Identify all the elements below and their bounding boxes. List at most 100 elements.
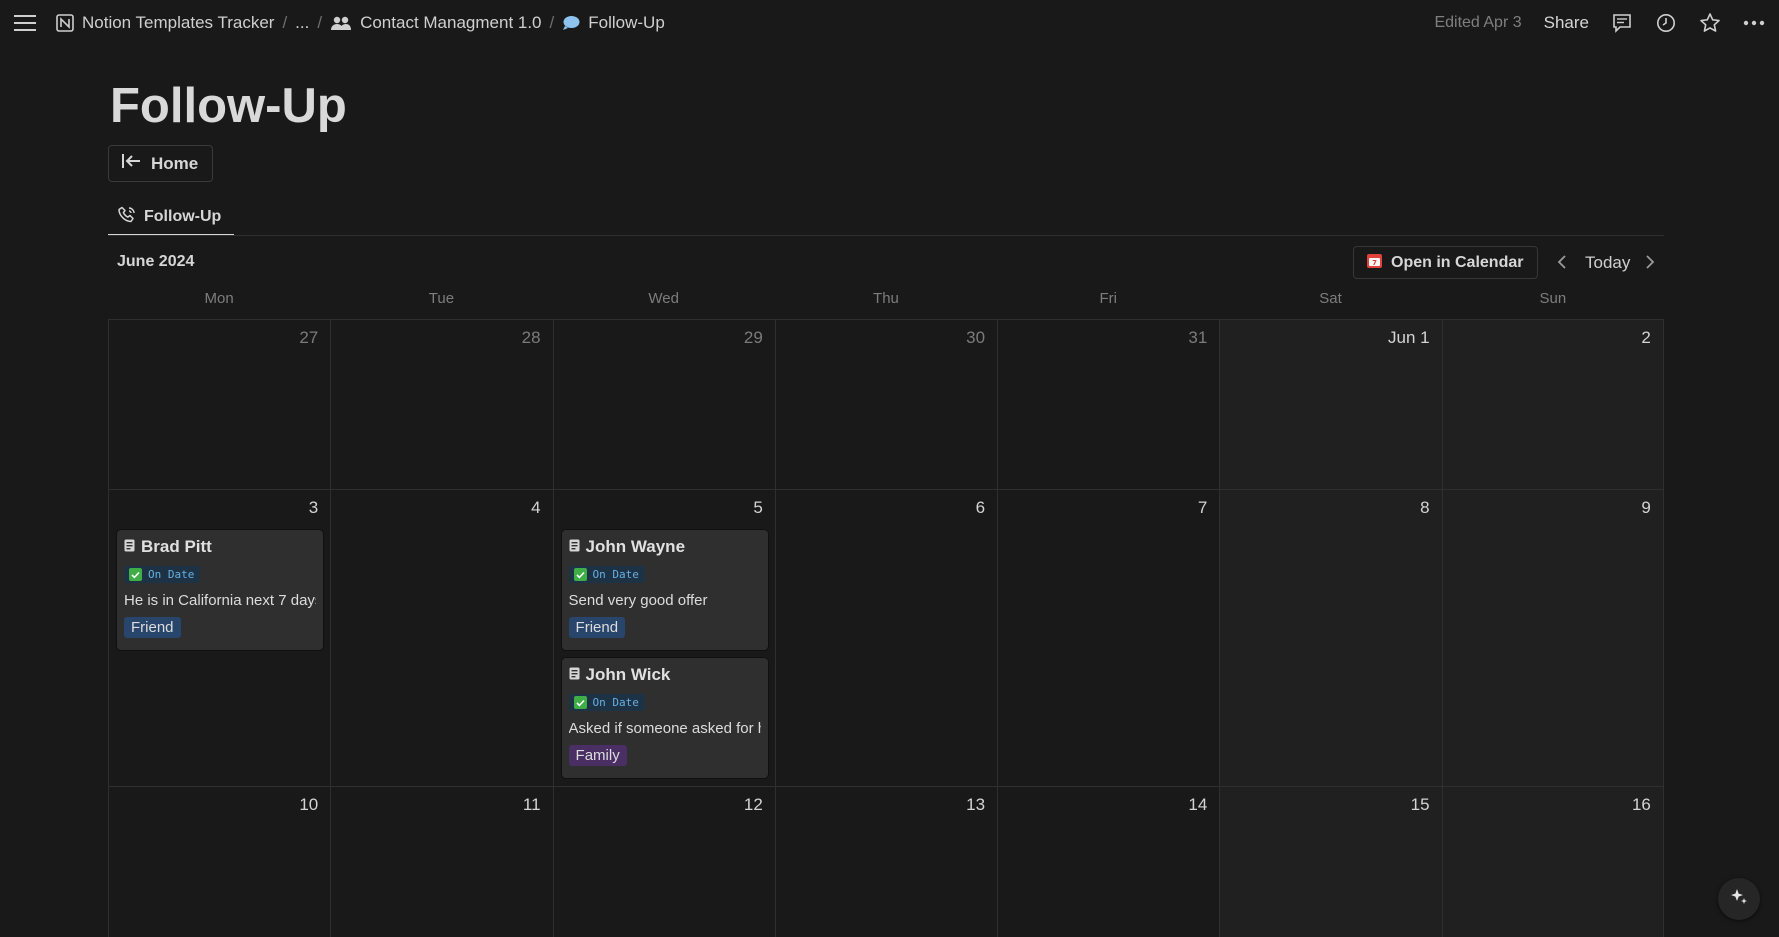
more-options-icon[interactable]: [1743, 12, 1765, 34]
day-number: 13: [966, 795, 986, 814]
svg-text:7: 7: [1372, 259, 1377, 267]
calendar-day-cell[interactable]: 6: [774, 490, 997, 786]
calendar-day-cell[interactable]: 5 John Wayne On Date Send very good offe…: [552, 490, 775, 786]
event-card[interactable]: John Wayne On Date Send very good offer …: [561, 530, 768, 650]
day-number: Jun 1: [1388, 328, 1430, 347]
day-number: 30: [966, 328, 986, 347]
calendar-day-cell[interactable]: 14: [997, 787, 1219, 937]
status-label: On Date: [592, 696, 639, 709]
calendar-day-cell[interactable]: 3 Brad Pitt On Date He is in California …: [108, 490, 330, 786]
weekday-label: Thu: [873, 290, 899, 307]
event-note: Asked if someone asked for hi: [568, 719, 761, 737]
relationship-tag: Family: [568, 744, 627, 766]
calendar-day-cell[interactable]: 29: [552, 320, 775, 489]
weekday-label: Sat: [1319, 290, 1342, 307]
calendar-day-cell[interactable]: 27: [108, 320, 330, 489]
tab-label: Follow-Up: [144, 208, 222, 225]
calendar-day-cell[interactable]: 9: [1441, 490, 1664, 786]
arrow-left-to-line-icon: [121, 153, 141, 174]
status-badge: On Date: [568, 694, 645, 711]
day-number: 7: [1197, 498, 1208, 517]
weekday-label: Mon: [204, 290, 234, 307]
breadcrumb-follow-up[interactable]: Follow-Up: [556, 9, 671, 37]
calendar-day-cell[interactable]: 10: [108, 787, 330, 937]
page-icon: [569, 537, 580, 557]
calendar-day-cell[interactable]: 8: [1219, 490, 1442, 786]
weekday-label: Sun: [1539, 290, 1567, 307]
ai-assistant-button[interactable]: [1718, 878, 1760, 920]
day-number: 11: [522, 795, 541, 814]
weekday-label: Wed: [648, 290, 679, 307]
breadcrumb-label: Notion Templates Tracker: [82, 12, 275, 32]
relationship-tag: Friend: [568, 616, 626, 638]
event-card[interactable]: Brad Pitt On Date He is in California ne…: [117, 530, 323, 650]
calendar-month-label: June 2024: [117, 253, 195, 270]
day-number: 10: [299, 795, 319, 814]
calendar-day-cell[interactable]: 31: [997, 320, 1219, 489]
status-badge: On Date: [568, 566, 645, 583]
sparkle-icon: [1729, 887, 1749, 912]
weekday-label: Tue: [428, 290, 455, 307]
day-number: 31: [1188, 328, 1208, 347]
weekday-label: Fri: [1099, 290, 1118, 307]
history-icon[interactable]: [1655, 12, 1677, 34]
calendar-day-cell[interactable]: 4: [330, 490, 552, 786]
event-title: John Wick: [569, 663, 761, 687]
calendar-day-cell[interactable]: 7: [997, 490, 1219, 786]
day-number: 5: [753, 498, 763, 517]
top-right-actions: Edited Apr 3 Share: [1434, 12, 1769, 34]
breadcrumb-label: Follow-Up: [588, 12, 665, 32]
phone-icon: [118, 206, 136, 229]
sidebar-menu-icon[interactable]: [10, 8, 40, 38]
calendar-day-cell[interactable]: 2: [1441, 320, 1664, 489]
day-number: 4: [531, 498, 541, 517]
event-title: John Wayne: [569, 535, 761, 559]
breadcrumb-contact-management[interactable]: Contact Managment 1.0: [324, 9, 547, 37]
day-number: 27: [299, 328, 319, 347]
favorite-star-icon[interactable]: [1699, 12, 1721, 34]
calendar-day-cell[interactable]: 12: [552, 787, 775, 937]
calendar-day-cell[interactable]: 15: [1219, 787, 1442, 937]
relationship-tag: Friend: [124, 616, 181, 638]
day-number: 28: [521, 328, 541, 347]
open-in-calendar-button[interactable]: 7 Open in Calendar: [1353, 246, 1538, 279]
calendar-week: 27 28 29 30 31 Jun 1 2: [108, 320, 1664, 490]
breadcrumb-workspace[interactable]: Notion Templates Tracker: [50, 9, 280, 37]
calendar-day-cell[interactable]: 13: [774, 787, 997, 937]
tab-divider: [108, 235, 1664, 236]
event-note: Send very good offer: [568, 591, 708, 609]
breadcrumb-ellipsis[interactable]: ...: [289, 9, 315, 37]
chevron-right-icon[interactable]: [1641, 252, 1659, 272]
comments-icon[interactable]: [1611, 12, 1633, 34]
open-in-calendar-label: Open in Calendar: [1391, 253, 1524, 271]
day-number: 12: [743, 795, 763, 814]
top-bar: Notion Templates Tracker / ... / Contact…: [0, 0, 1779, 45]
share-button[interactable]: Share: [1544, 13, 1589, 33]
today-button[interactable]: Today: [1585, 253, 1630, 273]
calendar-day-cell[interactable]: 16: [1441, 787, 1664, 937]
calendar-day-cell[interactable]: 30: [774, 320, 997, 489]
home-button[interactable]: Home: [108, 145, 214, 182]
day-number: 15: [1410, 795, 1430, 814]
speech-bubble-icon: [562, 15, 580, 31]
tab-follow-up[interactable]: Follow-Up: [108, 200, 234, 236]
day-number: 3: [308, 498, 319, 517]
day-number: 2: [1641, 328, 1651, 347]
event-card[interactable]: John Wick On Date Asked if someone asked…: [561, 658, 768, 778]
calendar-day-cell[interactable]: 28: [330, 320, 552, 489]
chevron-left-icon[interactable]: [1553, 252, 1571, 272]
calendar-day-cell[interactable]: 11: [330, 787, 552, 937]
status-label: On Date: [592, 568, 639, 581]
status-label: On Date: [148, 568, 195, 581]
people-icon: [330, 15, 352, 31]
event-note: He is in California next 7 days: [124, 591, 316, 609]
page-icon: [569, 665, 580, 685]
day-number: 8: [1420, 498, 1430, 517]
breadcrumb-label: Contact Managment 1.0: [360, 12, 542, 32]
calendar-grid: 27 28 29 30 31 Jun 1 2 3 Brad Pitt On Da…: [108, 319, 1664, 937]
calendar-week: 3 Brad Pitt On Date He is in California …: [108, 490, 1664, 787]
calendar-week: 10 11 12 13 14 15 16: [108, 787, 1664, 937]
calendar-day-cell[interactable]: Jun 1: [1219, 320, 1442, 489]
home-button-label: Home: [151, 153, 199, 173]
breadcrumb-separator: /: [549, 12, 555, 32]
